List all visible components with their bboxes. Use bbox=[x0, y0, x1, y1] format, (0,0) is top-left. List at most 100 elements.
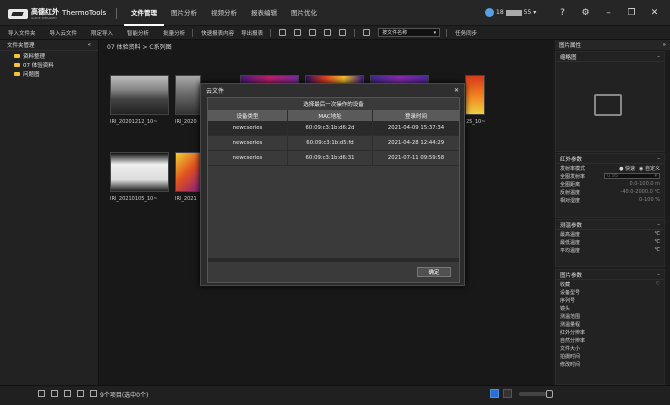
heart-icon[interactable]: ♡ bbox=[656, 281, 660, 287]
confirm-button[interactable]: 确定 bbox=[417, 267, 451, 277]
param-value[interactable]: -40.0-2000.0 ℃ bbox=[621, 189, 660, 195]
user-id-mask bbox=[505, 9, 522, 16]
emissivity-select[interactable]: 0.95 ▾ bbox=[604, 173, 660, 179]
zoom-slider[interactable] bbox=[519, 389, 553, 398]
grid-view-icon[interactable] bbox=[490, 389, 499, 398]
cell-time: 2021-04-09 15:37:34 bbox=[387, 125, 445, 131]
param-label: 自然分辨率 bbox=[560, 337, 586, 344]
limited-import-button[interactable]: 限定导入 bbox=[91, 29, 113, 37]
param-label: 最低温度 bbox=[560, 239, 581, 246]
menu-image-analysis[interactable]: 图片分析 bbox=[164, 0, 204, 26]
thumbnail[interactable] bbox=[110, 75, 169, 115]
tool-icon-3[interactable] bbox=[309, 29, 317, 36]
param-value[interactable]: 0-100 % bbox=[639, 197, 660, 203]
param-unit: ℃ bbox=[654, 247, 660, 253]
drive-icon[interactable] bbox=[64, 390, 71, 397]
thumbnail[interactable] bbox=[110, 152, 169, 192]
trash-icon[interactable] bbox=[90, 390, 97, 397]
table-row[interactable]: newcseries 60:09:c3:1b:d5:fd 2021-04-28 … bbox=[208, 136, 459, 151]
collapse-icon[interactable]: – bbox=[657, 222, 660, 228]
window-controls: ? ⚙ – ❐ ✕ bbox=[556, 6, 661, 19]
folder-item[interactable]: 07 体验资料 bbox=[0, 60, 98, 69]
minimize-icon[interactable]: – bbox=[602, 6, 615, 19]
param-value[interactable]: 0.0-100.0 m bbox=[629, 181, 660, 187]
divider bbox=[354, 28, 356, 37]
param-label: 最高温度 bbox=[560, 231, 581, 238]
thumbnail-label: IRI_20201212_10~ bbox=[110, 119, 158, 125]
sort-select[interactable]: 按文件名称 ▾ bbox=[378, 28, 441, 37]
item-count: 9个项目(选中0个) bbox=[100, 392, 149, 399]
param-row: 拍摄时间 bbox=[556, 352, 664, 360]
monitor-icon[interactable] bbox=[38, 390, 45, 397]
quick-report-button[interactable]: 快速报表内容 bbox=[201, 29, 234, 37]
expand-icon[interactable]: » bbox=[663, 42, 666, 48]
list-view-icon[interactable] bbox=[503, 389, 512, 398]
close-icon[interactable]: ✕ bbox=[648, 6, 661, 19]
radio-label: 自定义 bbox=[644, 165, 660, 172]
collapse-icon[interactable]: – bbox=[657, 54, 660, 60]
temp-params-panel: 测温参数 – 最高温度 ℃ 最低温度 ℃ 平均温度 ℃ bbox=[555, 219, 665, 267]
tool-icon-5[interactable] bbox=[339, 29, 347, 36]
sort-icon[interactable] bbox=[363, 29, 371, 36]
import-cloud-button[interactable]: 导入云文件 bbox=[50, 29, 78, 37]
param-row: 设备型号 bbox=[556, 288, 664, 296]
collapse-icon[interactable]: – bbox=[657, 156, 660, 162]
col-mac: MAC地址 bbox=[288, 110, 373, 121]
batch-analysis-button[interactable]: 批量分析 bbox=[163, 29, 185, 37]
user-account[interactable]: 18 55 ▾ bbox=[485, 8, 536, 17]
param-label: 反射温度 bbox=[560, 189, 581, 196]
smart-analysis-button[interactable]: 智能分析 bbox=[127, 29, 149, 37]
thumbnail[interactable] bbox=[465, 75, 485, 115]
thumbnail[interactable] bbox=[175, 75, 201, 115]
param-row: 相对湿度 0-100 % bbox=[556, 196, 664, 204]
close-icon[interactable]: ✕ bbox=[454, 87, 459, 94]
user-id-suffix: 55 bbox=[523, 9, 532, 16]
table-row[interactable]: newcseries 60:09:c3:1b:d6:2d 2021-04-09 … bbox=[208, 121, 459, 136]
table-scrollbar[interactable] bbox=[208, 258, 459, 262]
folder-icon bbox=[14, 71, 20, 76]
divider bbox=[192, 28, 194, 37]
param-label: 拍摄时间 bbox=[560, 353, 581, 360]
folder-item[interactable]: 资料整理 bbox=[0, 51, 98, 60]
properties-header: 图片属性 » bbox=[555, 40, 670, 50]
radio-fast[interactable]: ● 快速 bbox=[619, 165, 635, 172]
param-label: 全图距离 bbox=[560, 181, 581, 188]
ir-panel-header: 红外参数 – bbox=[556, 154, 664, 164]
tool-icon-1[interactable] bbox=[279, 29, 287, 36]
menu-file-manage[interactable]: 文件管理 bbox=[124, 0, 164, 26]
export-report-button[interactable]: 导出报表 bbox=[241, 29, 263, 37]
menu-image-optimize[interactable]: 图片优化 bbox=[284, 0, 324, 26]
tool-icon-4[interactable] bbox=[324, 29, 332, 36]
img-panel-header: 图片参数 – bbox=[556, 270, 664, 280]
dialog-title: 云文件 bbox=[206, 87, 225, 95]
help-icon[interactable]: ? bbox=[556, 6, 569, 19]
menu-video-analysis[interactable]: 视频分析 bbox=[204, 0, 244, 26]
param-unit: ℃ bbox=[654, 231, 660, 237]
folder-add-icon[interactable] bbox=[51, 390, 58, 397]
folder-icon bbox=[14, 53, 20, 58]
dialog-caption: 选择最后一次操作的设备 bbox=[303, 101, 364, 108]
mode-radios: ● 快速 ◉ 自定义 bbox=[619, 165, 660, 172]
restore-icon[interactable]: ❐ bbox=[625, 6, 638, 19]
dialog-body: 选择最后一次操作的设备 设备类型 MAC地址 登录时间 newcseries 6… bbox=[207, 97, 460, 283]
task-sync-button[interactable]: 任务同步 bbox=[455, 29, 477, 37]
thumbnail-label: 25_10~ bbox=[466, 119, 486, 125]
thumbnail[interactable] bbox=[175, 152, 201, 192]
tool-icon-2[interactable] bbox=[294, 29, 302, 36]
import-folder-button[interactable]: 导入文件夹 bbox=[8, 29, 36, 37]
menu-report-edit[interactable]: 报表编辑 bbox=[244, 0, 284, 26]
img-panel-title: 图片参数 bbox=[560, 272, 583, 279]
param-row: 最高温度 ℃ bbox=[556, 230, 664, 238]
collapse-icon[interactable]: – bbox=[657, 272, 660, 278]
param-row: 红外分辨率 bbox=[556, 328, 664, 336]
thumbnail-label: IRI_20210105_10~ bbox=[110, 196, 158, 202]
edit-icon[interactable] bbox=[77, 390, 84, 397]
table-row[interactable]: newcseries 60:09:c3:1b:d6:31 2021-07-11 … bbox=[208, 151, 459, 166]
chevron-down-icon: ▾ bbox=[433, 29, 437, 36]
collapse-icon[interactable]: « bbox=[88, 42, 91, 48]
radio-custom[interactable]: ◉ 自定义 bbox=[639, 165, 660, 172]
folder-item[interactable]: 问题图 bbox=[0, 69, 98, 78]
slider-handle[interactable] bbox=[546, 389, 553, 398]
gear-icon[interactable]: ⚙ bbox=[579, 6, 592, 19]
col-device-type: 设备类型 bbox=[208, 110, 288, 121]
